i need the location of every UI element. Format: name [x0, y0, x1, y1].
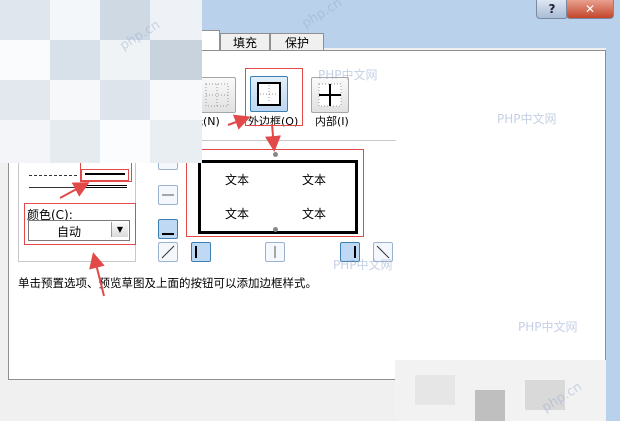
watermark-text: PHP中文网	[333, 258, 393, 272]
watermark-text: PHP中文网	[318, 68, 378, 82]
watermark-text: PHP中文网	[518, 320, 578, 334]
pixelated-area	[0, 0, 202, 163]
watermark-text: PHP中文网	[497, 112, 557, 126]
